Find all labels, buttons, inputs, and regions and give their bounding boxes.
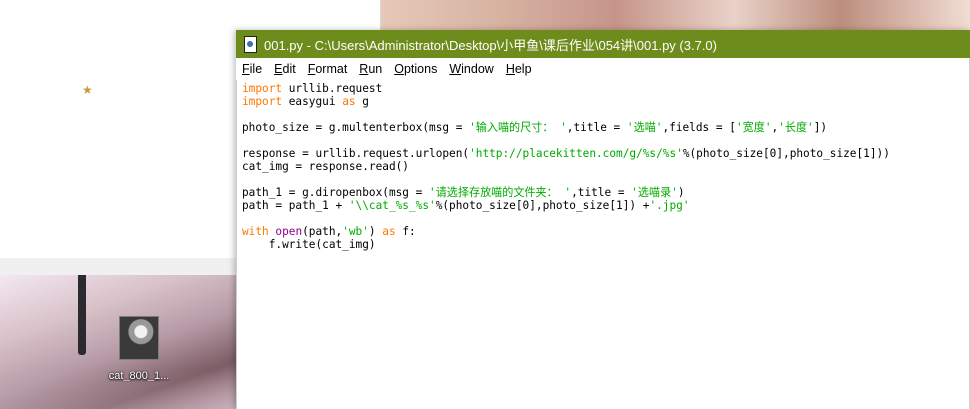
menu-window[interactable]: Window bbox=[443, 58, 499, 80]
desktop-icon-label: cat_800_1... bbox=[108, 370, 170, 382]
menu-file[interactable]: File bbox=[236, 58, 268, 80]
title-bar[interactable]: 001.py - C:\Users\Administrator\Desktop\… bbox=[236, 30, 970, 58]
menu-options[interactable]: Options bbox=[388, 58, 443, 80]
window-title: 001.py - C:\Users\Administrator\Desktop\… bbox=[264, 37, 717, 53]
idle-editor-window[interactable]: 001.py - C:\Users\Administrator\Desktop\… bbox=[236, 30, 970, 409]
menu-bar: File Edit Format Run Options Window Help bbox=[236, 58, 970, 81]
menu-run[interactable]: Run bbox=[353, 58, 388, 80]
python-file-icon bbox=[242, 36, 258, 53]
menu-format[interactable]: Format bbox=[302, 58, 354, 80]
menu-edit[interactable]: Edit bbox=[268, 58, 302, 80]
cat-thumbnail-icon bbox=[119, 316, 159, 360]
desktop-wallpaper-top bbox=[380, 0, 970, 30]
menu-help[interactable]: Help bbox=[500, 58, 538, 80]
background-window-status-bar bbox=[0, 258, 236, 276]
desktop-icon-cat-image[interactable]: cat_800_1... bbox=[106, 316, 172, 382]
code-editor[interactable]: import urllib.request import easygui as … bbox=[236, 80, 970, 409]
code-text[interactable]: import urllib.request import easygui as … bbox=[242, 82, 890, 251]
star-ornament-icon: ★ bbox=[82, 83, 93, 97]
